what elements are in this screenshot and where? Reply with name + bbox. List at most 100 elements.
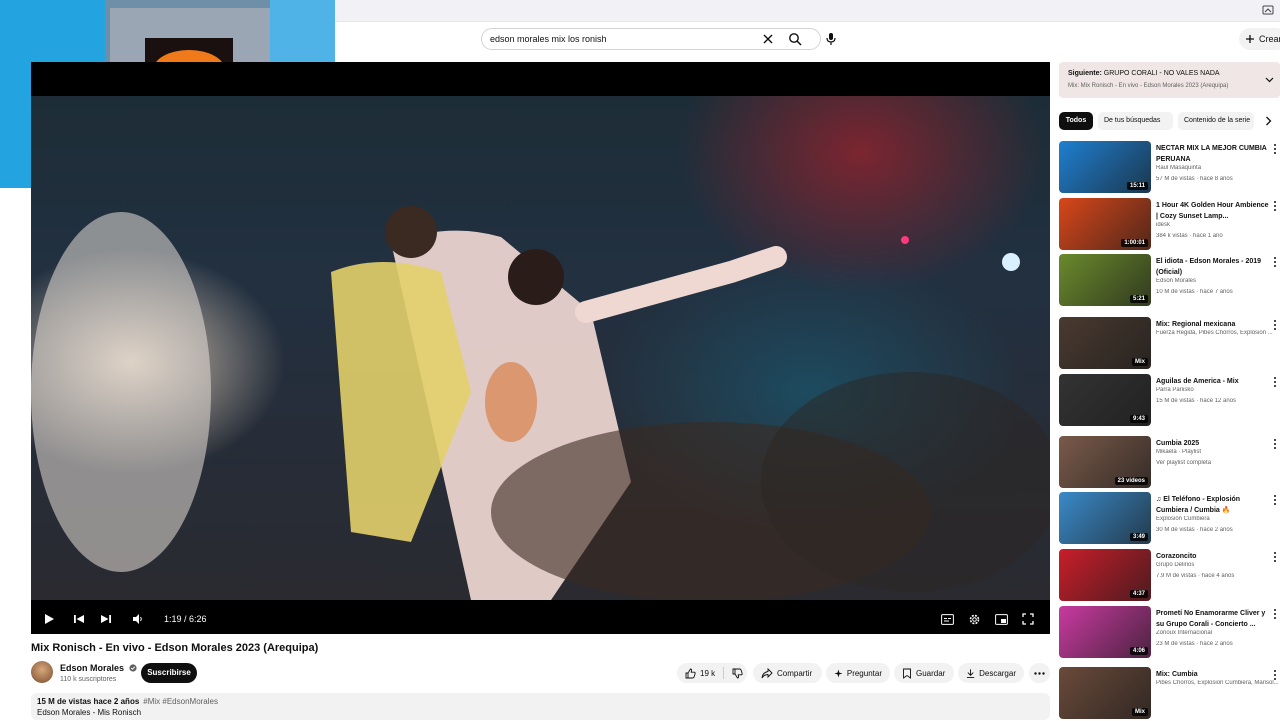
recommendation-title[interactable]: Cumbia 2025 — [1156, 438, 1270, 449]
recommendation-item[interactable]: 4:37 Corazoncito Grupo Delirios 7.9 M de vi… — [1059, 549, 1280, 603]
share-button[interactable]: Compartir — [753, 663, 822, 683]
miniplayer-button[interactable] — [992, 609, 1010, 629]
recommendation-channel[interactable]: Edson Morales — [1156, 278, 1280, 284]
save-button[interactable]: Guardar — [894, 663, 954, 683]
recommendation-title[interactable]: Mix: Regional mexicana — [1156, 319, 1270, 330]
subtitles-button[interactable] — [938, 609, 956, 629]
search-button[interactable] — [782, 28, 808, 50]
description-text: Edson Morales - Mis Ronisch — [37, 708, 142, 717]
create-label: Crear — [1259, 34, 1280, 44]
more-vertical-icon[interactable] — [1272, 551, 1278, 563]
recommendation-item[interactable]: Mix Mix: Cumbia Pibes Chorros, Explosion C… — [1059, 667, 1280, 721]
more-vertical-icon[interactable] — [1272, 200, 1278, 212]
dislike-button[interactable] — [732, 668, 743, 679]
video-thumbnail[interactable]: 4:06 — [1059, 606, 1151, 658]
recommendation-title[interactable]: Prometí No Enamorarme Cliver y su Grupo … — [1156, 608, 1270, 630]
more-vertical-icon[interactable] — [1272, 669, 1278, 681]
video-thumbnail[interactable]: 1:00:01 — [1059, 198, 1151, 250]
video-thumbnail[interactable]: Mix — [1059, 667, 1151, 719]
video-title: Mix Ronisch - En vivo - Edson Morales 20… — [31, 642, 319, 654]
chip-de-tus-busquedas[interactable]: De tus búsquedas — [1098, 112, 1173, 130]
volume-button[interactable] — [130, 609, 146, 629]
video-player[interactable]: 1:19 / 6:26 — [31, 62, 1050, 634]
duration-badge: 4:06 — [1129, 647, 1148, 655]
video-thumbnail[interactable]: 3:49 — [1059, 492, 1151, 544]
more-vertical-icon[interactable] — [1272, 256, 1278, 268]
recommendation-channel[interactable]: Fuerza Regida, Pibes Chorros, Explosion … — [1156, 330, 1280, 336]
recommendation-title[interactable]: Aguilas de America - Mix — [1156, 376, 1270, 387]
description-stats-line: 15 M de vistas hace 2 años #Mix #EdsonMor… — [37, 697, 1044, 706]
duration-badge: 5:21 — [1129, 295, 1148, 303]
recommendation-title[interactable]: ♫ El Teléfono - Explosión Cumbiera / Cum… — [1156, 494, 1270, 516]
up-next-box[interactable]: Siguiente: GRUPO CORALI - NO VALES NADA … — [1059, 62, 1280, 98]
video-thumbnail[interactable]: 4:37 — [1059, 549, 1151, 601]
cast-icon[interactable] — [1262, 4, 1274, 16]
description-box[interactable]: 15 M de vistas hace 2 años #Mix #EdsonMor… — [31, 693, 1050, 720]
create-button[interactable]: Crear — [1239, 28, 1280, 50]
masthead: edson morales mix los ronish Crear — [335, 22, 1280, 62]
more-vertical-icon[interactable] — [1272, 143, 1278, 155]
clear-search-button[interactable] — [760, 28, 776, 50]
more-vertical-icon[interactable] — [1272, 608, 1278, 620]
chevron-down-icon[interactable] — [1265, 77, 1274, 83]
more-vertical-icon[interactable] — [1272, 319, 1278, 331]
recommendation-channel[interactable]: Explosión Cumbiera — [1156, 516, 1280, 522]
recommendation-item[interactable]: Mix Mix: Regional mexicana Fuerza Regida, … — [1059, 317, 1280, 371]
channel-avatar[interactable] — [31, 661, 53, 683]
recommendation-channel[interactable]: Grupo Delirios — [1156, 562, 1280, 568]
video-thumbnail[interactable]: 15:11 — [1059, 141, 1151, 193]
previous-button[interactable] — [71, 609, 87, 629]
recommendation-item[interactable]: 9:43 Aguilas de America - Mix Parra Pariis… — [1059, 374, 1280, 428]
subscriber-count: 110 k suscriptores — [60, 676, 117, 683]
subscribe-button[interactable]: Suscribirse — [141, 663, 197, 683]
play-button[interactable] — [41, 609, 57, 629]
chevron-right-icon[interactable] — [1265, 116, 1272, 126]
recommendation-item[interactable]: 4:06 Prometí No Enamorarme Cliver y su Gr… — [1059, 606, 1280, 660]
recommendation-title[interactable]: Corazoncito — [1156, 551, 1270, 562]
more-vertical-icon[interactable] — [1272, 376, 1278, 388]
recommendation-title[interactable]: Mix: Cumbia — [1156, 669, 1270, 680]
recommendation-item[interactable]: 15:11 NECTAR MIX LA MEJOR CUMBIA PERUANA R… — [1059, 141, 1280, 195]
next-button[interactable] — [98, 609, 114, 629]
chip-contenido-serie[interactable]: Contenido de la serie — [1178, 112, 1254, 130]
ask-button[interactable]: Preguntar — [826, 663, 890, 683]
more-vertical-icon[interactable] — [1272, 438, 1278, 450]
recommendation-item[interactable]: 3:49 ♫ El Teléfono - Explosión Cumbiera /… — [1059, 492, 1280, 546]
fullscreen-button[interactable] — [1019, 609, 1037, 629]
hashtags[interactable]: #Mix #EdsonMorales — [143, 697, 218, 706]
recommendation-channel[interactable]: Raul Masaquinta — [1156, 165, 1280, 171]
recommendation-title[interactable]: 1 Hour 4K Golden Hour Ambience | Cozy Su… — [1156, 200, 1270, 222]
video-frame[interactable] — [31, 62, 1050, 600]
video-thumbnail[interactable]: 9:43 — [1059, 374, 1151, 426]
recommendation-item[interactable]: 5:21 El idiota - Edson Morales - 2019 (Of… — [1059, 254, 1280, 308]
duration-badge: 15:11 — [1126, 182, 1148, 190]
close-icon — [763, 34, 773, 44]
recommendation-item[interactable]: 23 videos Cumbia 2025 Mikaela · Playlist Ve… — [1059, 436, 1280, 490]
duration-badge: 1:00:01 — [1121, 239, 1148, 247]
recommendation-title[interactable]: NECTAR MIX LA MEJOR CUMBIA PERUANA — [1156, 143, 1270, 165]
recommendation-meta: 57 M de vistas · hace 8 años — [1156, 176, 1233, 182]
recommendation-channel[interactable]: idesk — [1156, 222, 1280, 228]
recommendation-channel[interactable]: Zonoux Internacional — [1156, 630, 1280, 636]
download-button[interactable]: Descargar — [958, 663, 1024, 683]
channel-name[interactable]: Edson Morales — [60, 663, 137, 673]
more-vertical-icon[interactable] — [1272, 494, 1278, 506]
chip-todos[interactable]: Todos — [1059, 112, 1093, 130]
skip-next-icon — [101, 615, 111, 623]
save-label: Guardar — [916, 668, 946, 678]
more-actions-button[interactable] — [1029, 663, 1050, 683]
video-thumbnail[interactable]: Mix — [1059, 317, 1151, 369]
recommendation-title[interactable]: El idiota - Edson Morales - 2019 (Oficia… — [1156, 256, 1270, 278]
settings-button[interactable] — [965, 609, 983, 629]
channel-name-text[interactable]: Edson Morales — [60, 663, 124, 673]
voice-search-button[interactable] — [819, 28, 843, 50]
recommendation-item[interactable]: 1:00:01 1 Hour 4K Golden Hour Ambience | … — [1059, 198, 1280, 252]
like-button[interactable]: 19 k — [685, 668, 715, 679]
recommendation-channel[interactable]: Pibes Chorros, Explosion Cumbiera, Maris… — [1156, 680, 1280, 686]
video-thumbnail[interactable]: 23 videos — [1059, 436, 1151, 488]
video-thumbnail[interactable]: 5:21 — [1059, 254, 1151, 306]
recommendation-channel[interactable]: Mikaela · Playlist — [1156, 449, 1280, 455]
recommendation-meta: 384 k vistas · hace 1 año — [1156, 233, 1223, 239]
recommendation-channel[interactable]: Parra Pariisko — [1156, 387, 1280, 393]
divider — [723, 667, 725, 679]
